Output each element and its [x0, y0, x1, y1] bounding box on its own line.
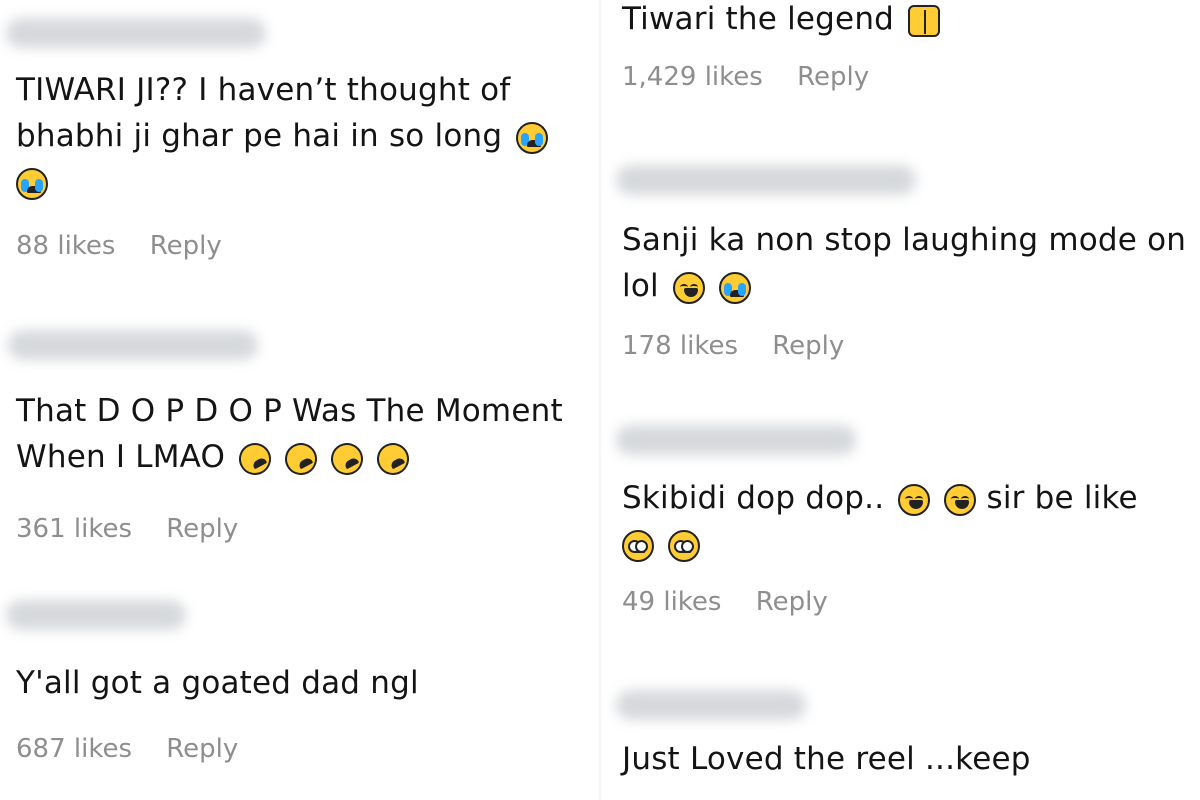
comment-text: Just Loved the reel ...keep: [622, 736, 1200, 782]
comment-meta: 178 likes Reply: [622, 331, 1200, 361]
likes-count[interactable]: 88 likes: [16, 231, 115, 261]
comment-line: Sanji ka non stop laughing mode on: [622, 222, 1187, 258]
comment-line: [622, 521, 1200, 567]
tears-of-joy-icon: [944, 483, 977, 516]
loudly-crying-face-icon: [516, 121, 549, 154]
blurred-username: [6, 600, 186, 630]
comment-text: Tiwari the legend: [622, 0, 1200, 42]
comment-meta: 88 likes Reply: [16, 231, 600, 261]
rolling-eyes-icon: [668, 529, 701, 562]
comment-line: Just Loved the reel ...keep: [622, 741, 1031, 777]
left-comment-column: TIWARI JI?? I haven’t thought of bhabhi …: [0, 0, 600, 800]
comment-text: Y'all got a goated dad ngl: [16, 660, 600, 706]
comment-line-text: bhabhi ji ghar pe hai in so long: [16, 118, 503, 154]
rofl-icon: [371, 436, 416, 481]
comment-line-text: When I LMAO: [16, 439, 226, 475]
likes-count[interactable]: 178 likes: [622, 331, 738, 361]
right-comment-column: Tiwari the legend 1,429 likes Reply Sanj…: [600, 0, 1200, 800]
comment-line: [16, 159, 600, 205]
rofl-icon: [279, 436, 323, 481]
comment-text: TIWARI JI?? I haven’t thought of bhabhi …: [16, 67, 600, 205]
blurred-username: [6, 18, 266, 48]
reply-button[interactable]: Reply: [150, 231, 222, 261]
blurred-username: [8, 330, 258, 360]
comment-meta: 49 likes Reply: [622, 587, 1200, 617]
comment-item: TIWARI JI?? I haven’t thought of bhabhi …: [6, 0, 600, 261]
comment-text: That D O P D O P Was The Moment When I L…: [16, 388, 600, 481]
comment-line: Skibidi dop dop.. sir be like: [622, 475, 1200, 521]
comment-meta: 361 likes Reply: [16, 514, 600, 544]
rolling-eyes-icon: [622, 529, 654, 562]
comment-line-text: lol: [622, 268, 659, 304]
comment-item: Sanji ka non stop laughing mode on lol 1…: [616, 165, 1200, 361]
reply-button[interactable]: Reply: [166, 734, 238, 764]
blurred-username: [616, 165, 916, 195]
comment-item: Just Loved the reel ...keep: [616, 690, 1200, 782]
comment-text: Sanji ka non stop laughing mode on lol: [622, 217, 1200, 309]
loudly-crying-face-icon: [16, 167, 48, 200]
blurred-username: [616, 425, 856, 455]
blurred-username: [616, 690, 806, 720]
tears-of-joy-icon: [672, 271, 705, 304]
comment-meta: 1,429 likes Reply: [622, 62, 1200, 92]
comment-line-text: Tiwari the legend: [622, 1, 895, 37]
reply-button[interactable]: Reply: [772, 331, 844, 361]
likes-count[interactable]: 49 likes: [622, 587, 721, 617]
comment-line: TIWARI JI?? I haven’t thought of: [16, 72, 511, 108]
likes-count[interactable]: 1,429 likes: [622, 62, 763, 92]
reply-button[interactable]: Reply: [797, 62, 869, 92]
comment-item: Tiwari the legend 1,429 likes Reply: [622, 0, 1200, 92]
comment-text: Skibidi dop dop.. sir be like: [622, 475, 1200, 567]
rofl-icon: [325, 436, 369, 481]
tears-of-joy-icon: [898, 483, 931, 516]
comment-line-text: sir be like: [986, 480, 1138, 516]
comment-item: Y'all got a goated dad ngl 687 likes Rep…: [6, 600, 600, 764]
reply-button[interactable]: Reply: [756, 587, 828, 617]
comment-line: bhabhi ji ghar pe hai in so long: [16, 113, 600, 159]
rofl-icon: [233, 436, 277, 481]
comment-line: lol: [622, 263, 1200, 309]
likes-count[interactable]: 687 likes: [16, 734, 132, 764]
comment-item: That D O P D O P Was The Moment When I L…: [8, 330, 600, 544]
comment-line: That D O P D O P Was The Moment: [16, 393, 563, 429]
folded-hands-icon: [908, 4, 941, 37]
likes-count[interactable]: 361 likes: [16, 514, 132, 544]
reply-button[interactable]: Reply: [166, 514, 238, 544]
comment-line: Y'all got a goated dad ngl: [16, 665, 419, 701]
comment-line-text: Skibidi dop dop..: [622, 480, 885, 516]
comment-item: Skibidi dop dop.. sir be like 49 likes R…: [616, 425, 1200, 617]
comment-line: When I LMAO: [16, 434, 600, 481]
loudly-crying-face-icon: [718, 271, 751, 304]
comment-meta: 687 likes Reply: [16, 734, 600, 764]
